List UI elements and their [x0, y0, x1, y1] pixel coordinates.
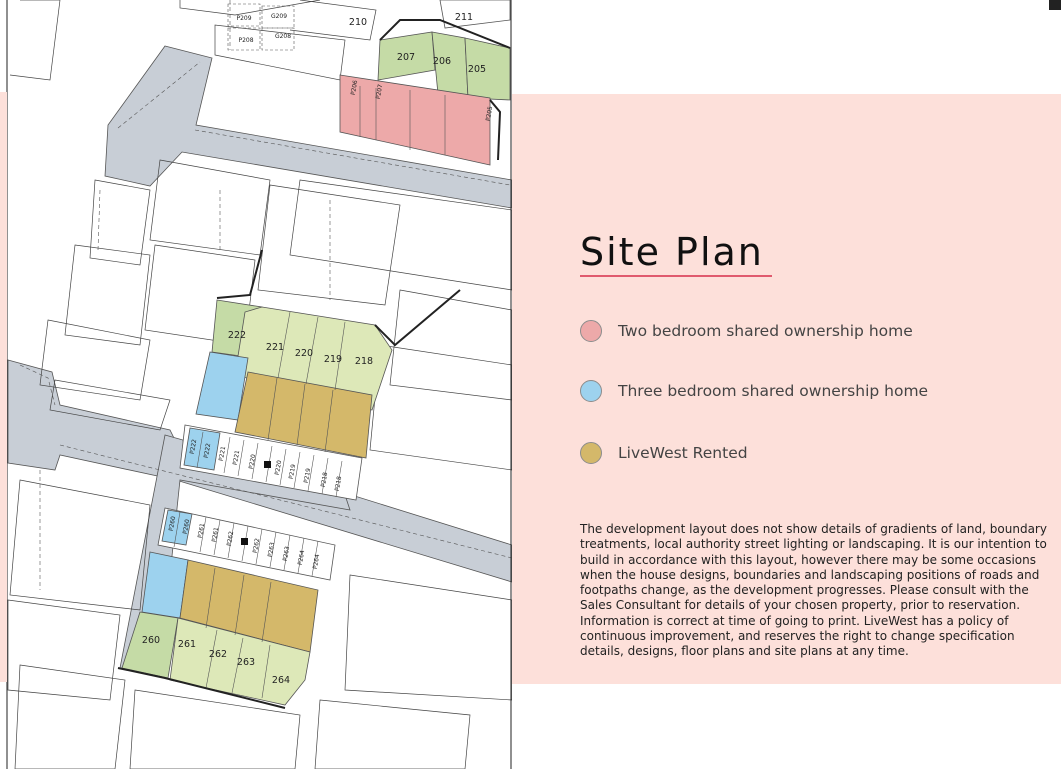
- site-plan-drawing: 207 206 205 211 210 222 221 220 219 218 …: [0, 0, 512, 769]
- plot-label: 263: [237, 657, 255, 668]
- plot-label: 218: [355, 356, 373, 367]
- disclaimer-text: The development layout does not show det…: [580, 522, 1047, 659]
- plot-label: 211: [455, 12, 473, 23]
- legend-label: LiveWest Rented: [618, 444, 748, 462]
- plot-label: 205: [468, 64, 486, 75]
- plot-label: 206: [433, 56, 451, 67]
- parking-label: P208: [238, 37, 253, 44]
- plot-label: 261: [178, 639, 196, 650]
- parking-label: G208: [275, 33, 291, 40]
- legend-label: Three bedroom shared ownership home: [618, 382, 929, 400]
- plot-label: 262: [209, 649, 227, 660]
- plot-label: 264: [272, 675, 290, 686]
- legend-swatch-blue: [580, 380, 602, 402]
- plot-label: 260: [142, 635, 160, 646]
- legend-swatch-gold: [580, 442, 602, 464]
- plot-label: 221: [266, 342, 284, 353]
- site-plan-map: 207 206 205 211 210 222 221 220 219 218 …: [0, 0, 512, 769]
- legend-item-three-bedroom: Three bedroom shared ownership home: [580, 377, 928, 405]
- plot-label: 222: [228, 330, 246, 341]
- plot-label: 210: [349, 17, 367, 28]
- info-panel: Site Plan Two bedroom shared ownership h…: [512, 94, 1061, 684]
- marker-square-south: [241, 538, 248, 545]
- legend-label: Two bedroom shared ownership home: [618, 322, 913, 340]
- plot-label: 220: [295, 348, 313, 359]
- legend-item-livewest-rented: LiveWest Rented: [580, 439, 748, 467]
- plot-label: 219: [324, 354, 342, 365]
- title-underline: [580, 275, 772, 277]
- parking-label: G209: [271, 13, 287, 20]
- plot-label: 207: [397, 52, 415, 63]
- legend-item-two-bedroom: Two bedroom shared ownership home: [580, 317, 913, 345]
- marker-square-centre: [264, 461, 271, 468]
- page-title: Site Plan: [580, 230, 764, 274]
- left-pink-edge: [0, 92, 7, 682]
- parking-label: P209: [236, 15, 251, 22]
- page-corner-mark: [1049, 0, 1061, 10]
- legend-swatch-pink: [580, 320, 602, 342]
